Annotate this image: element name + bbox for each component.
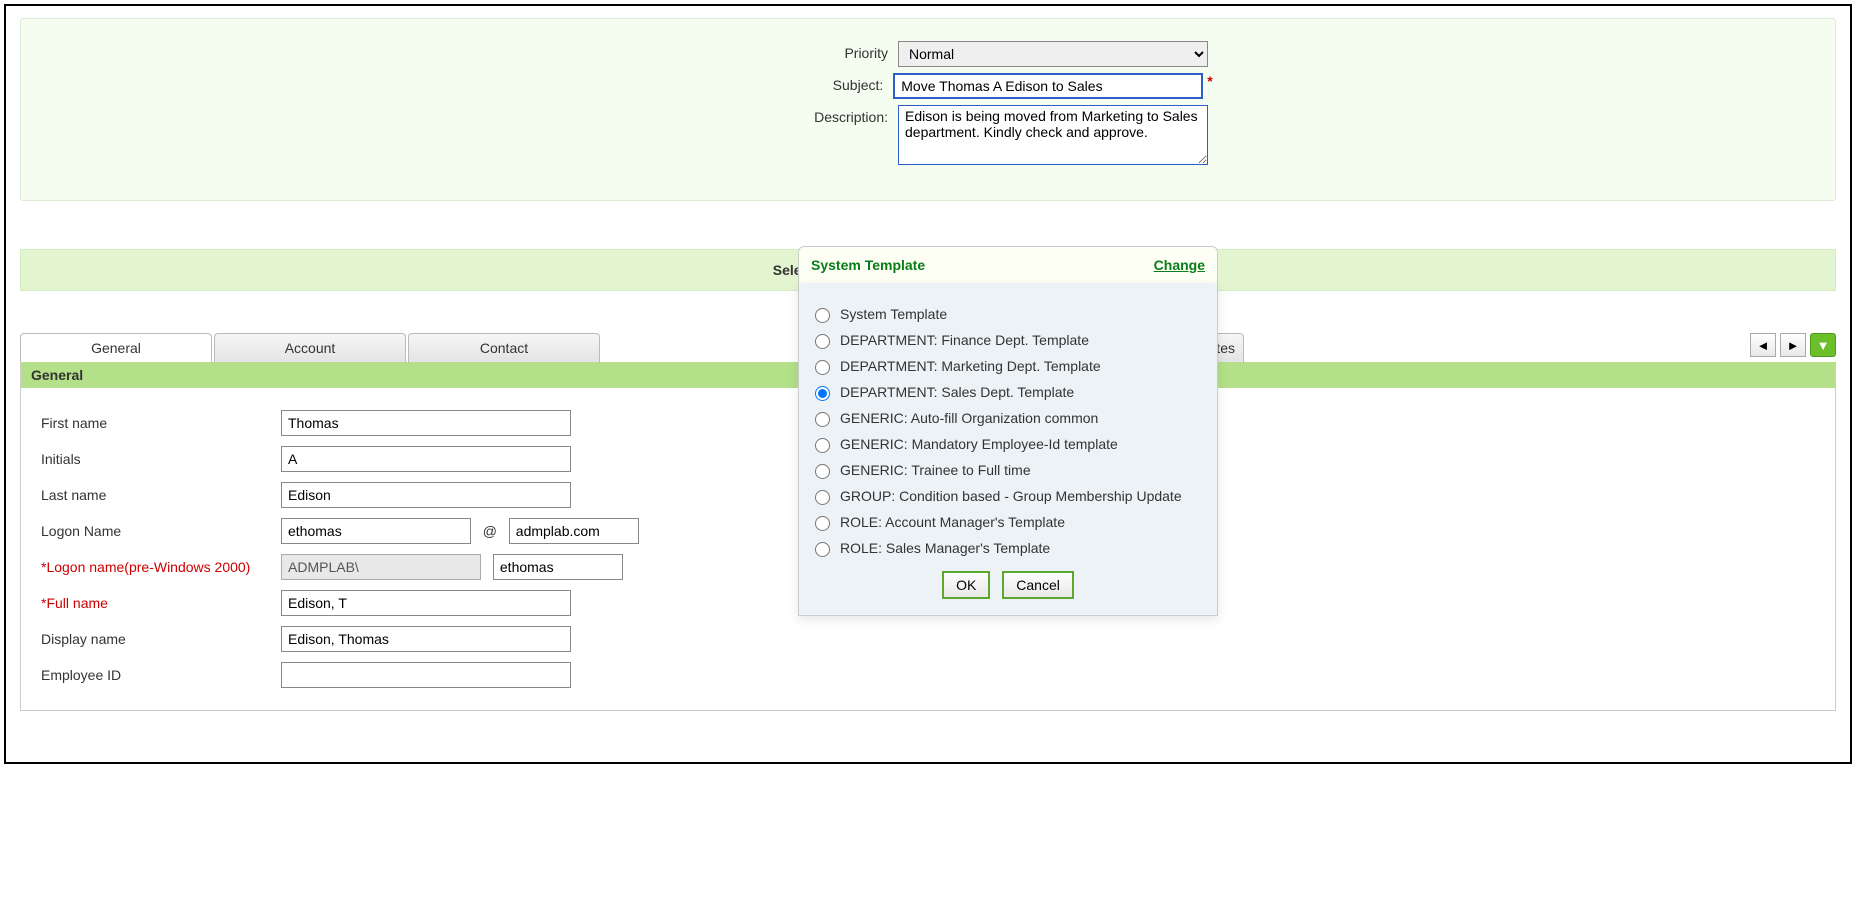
template-option-label: GROUP: Condition based - Group Membershi… [840, 488, 1182, 504]
template-option-label: DEPARTMENT: Marketing Dept. Template [840, 358, 1101, 374]
change-template-link[interactable]: Change [1154, 257, 1205, 273]
initials-input[interactable] [281, 446, 571, 472]
template-option[interactable]: GENERIC: Mandatory Employee-Id template [815, 436, 1201, 453]
template-option[interactable]: System Template [815, 306, 1201, 323]
tab-scroll-left-button[interactable]: ◄ [1750, 333, 1776, 357]
prewin-logon-label: Logon name(pre-Windows 2000) [41, 559, 281, 575]
template-radio[interactable] [815, 464, 830, 479]
tab-contact[interactable]: Contact [408, 333, 600, 362]
priority-label: Priority [648, 41, 898, 61]
template-option[interactable]: GROUP: Condition based - Group Membershi… [815, 488, 1201, 505]
template-radio[interactable] [815, 516, 830, 531]
tab-scroll-right-button[interactable]: ► [1780, 333, 1806, 357]
template-radio[interactable] [815, 386, 830, 401]
template-radio[interactable] [815, 308, 830, 323]
template-option[interactable]: ROLE: Account Manager's Template [815, 514, 1201, 531]
template-option-list: System Template DEPARTMENT: Finance Dept.… [798, 283, 1218, 616]
template-radio[interactable] [815, 490, 830, 505]
template-option-label: ROLE: Account Manager's Template [840, 514, 1065, 530]
description-textarea[interactable]: Edison is being moved from Marketing to … [898, 105, 1208, 165]
prewin-prefix-input [281, 554, 481, 580]
template-option[interactable]: GENERIC: Trainee to Full time [815, 462, 1201, 479]
current-template-name: System Template [811, 257, 925, 273]
template-option[interactable]: GENERIC: Auto-fill Organization common [815, 410, 1201, 427]
full-name-label: Full name [41, 595, 281, 611]
template-bar: Selected Template : System Template Chan… [20, 249, 1836, 291]
template-cancel-button[interactable]: Cancel [1002, 571, 1074, 599]
employee-id-label: Employee ID [41, 667, 281, 683]
template-radio[interactable] [815, 360, 830, 375]
employee-id-input[interactable] [281, 662, 571, 688]
template-option[interactable]: DEPARTMENT: Marketing Dept. Template [815, 358, 1201, 375]
full-name-input[interactable] [281, 590, 571, 616]
display-name-label: Display name [41, 631, 281, 647]
last-name-label: Last name [41, 487, 281, 503]
app-frame: Priority Normal Subject: * Description: … [4, 4, 1852, 764]
required-asterisk: * [1203, 73, 1212, 89]
template-dropdown-head: System Template Change [798, 246, 1218, 283]
template-option-label: GENERIC: Mandatory Employee-Id template [840, 436, 1118, 452]
tab-general[interactable]: General [20, 333, 212, 362]
request-panel: Priority Normal Subject: * Description: … [20, 18, 1836, 201]
last-name-input[interactable] [281, 482, 571, 508]
logon-user-input[interactable] [281, 518, 471, 544]
subject-label: Subject: [643, 73, 893, 93]
initials-label: Initials [41, 451, 281, 467]
template-option[interactable]: DEPARTMENT: Sales Dept. Template [815, 384, 1201, 401]
logon-at-symbol: @ [475, 523, 505, 539]
template-dropdown: System Template Change System Template DE… [798, 246, 1218, 616]
template-option-label: GENERIC: Trainee to Full time [840, 462, 1031, 478]
first-name-input[interactable] [281, 410, 571, 436]
first-name-label: First name [41, 415, 281, 431]
display-name-input[interactable] [281, 626, 571, 652]
template-option-label: DEPARTMENT: Finance Dept. Template [840, 332, 1089, 348]
template-option-label: ROLE: Sales Manager's Template [840, 540, 1050, 556]
template-option-label: System Template [840, 306, 947, 322]
template-radio[interactable] [815, 412, 830, 427]
template-option[interactable]: DEPARTMENT: Finance Dept. Template [815, 332, 1201, 349]
template-option-label: DEPARTMENT: Sales Dept. Template [840, 384, 1074, 400]
subject-input[interactable] [893, 73, 1203, 99]
prewin-value-input[interactable] [493, 554, 623, 580]
template-radio[interactable] [815, 334, 830, 349]
tab-account[interactable]: Account [214, 333, 406, 362]
logon-domain-input[interactable] [509, 518, 639, 544]
template-radio[interactable] [815, 438, 830, 453]
tab-scroll-controls: ◄ ► ▼ [1750, 333, 1836, 357]
template-option[interactable]: ROLE: Sales Manager's Template [815, 540, 1201, 557]
priority-select[interactable]: Normal [898, 41, 1208, 67]
description-label: Description: [648, 105, 898, 125]
template-ok-button[interactable]: OK [942, 571, 990, 599]
template-radio[interactable] [815, 542, 830, 557]
logon-name-label: Logon Name [41, 523, 281, 539]
tab-expand-button[interactable]: ▼ [1810, 333, 1836, 357]
template-option-label: GENERIC: Auto-fill Organization common [840, 410, 1098, 426]
